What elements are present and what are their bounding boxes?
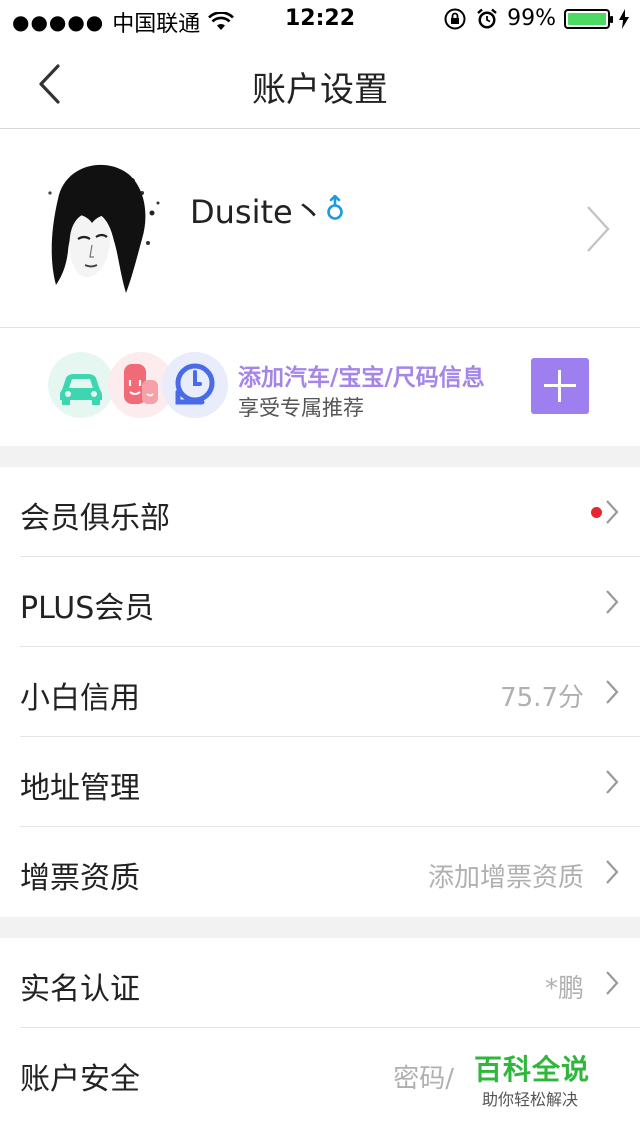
charging-icon bbox=[619, 8, 629, 29]
promo-subtitle: 享受专属推荐 bbox=[238, 396, 364, 420]
chevron-right-icon bbox=[606, 500, 619, 524]
row-vat-invoice[interactable]: 增票资质 添加增票资质 bbox=[0, 827, 640, 917]
battery-percent: 99% bbox=[507, 6, 556, 31]
car-icon bbox=[48, 352, 114, 418]
page-title: 账户设置 bbox=[252, 70, 388, 110]
promo-title: 添加汽车/宝宝/尺码信息 bbox=[238, 365, 485, 391]
chevron-right-icon bbox=[606, 680, 619, 704]
row-plus-member[interactable]: PLUS会员 bbox=[0, 557, 640, 647]
username: Dusite丶 bbox=[190, 193, 325, 231]
rotation-lock-icon bbox=[444, 8, 466, 29]
nav-bar: 账户设置 bbox=[0, 40, 640, 129]
battery-icon bbox=[564, 8, 613, 29]
row-credit[interactable]: 小白信用 75.7分 bbox=[0, 647, 640, 737]
row-label: 增票资质 bbox=[20, 861, 140, 896]
row-label: 小白信用 bbox=[20, 681, 140, 716]
row-value: *鹏 bbox=[544, 974, 584, 1004]
row-label: 会员俱乐部 bbox=[20, 501, 170, 536]
battery-fill bbox=[568, 12, 606, 25]
row-label: 实名认证 bbox=[20, 972, 140, 1007]
row-label: 账户安全 bbox=[20, 1062, 140, 1097]
row-address[interactable]: 地址管理 bbox=[0, 737, 640, 827]
profile-card[interactable]: Dusite丶 bbox=[0, 129, 640, 328]
chevron-right-icon bbox=[606, 860, 619, 884]
row-value: 密码/ bbox=[393, 1064, 454, 1094]
row-value: 75.7分 bbox=[500, 683, 584, 713]
avatar bbox=[30, 153, 166, 303]
watermark-subtitle: 助你轻松解决 bbox=[482, 1090, 579, 1109]
chevron-right-icon bbox=[587, 206, 610, 252]
row-value: 添加增票资质 bbox=[427, 863, 584, 893]
measure-icon bbox=[162, 352, 228, 418]
promo-banner[interactable]: 添加汽车/宝宝/尺码信息 享受专属推荐 bbox=[0, 328, 640, 446]
watermark-title: 百科全说 bbox=[474, 1053, 591, 1086]
male-icon bbox=[327, 195, 343, 220]
row-label: PLUS会员 bbox=[20, 591, 155, 626]
row-label: 地址管理 bbox=[20, 771, 140, 806]
chevron-right-icon bbox=[606, 971, 619, 995]
status-bar: ●●●●● 中国联通 12:22 99% bbox=[0, 0, 640, 40]
alarm-icon bbox=[477, 8, 497, 28]
status-right: 99% bbox=[443, 6, 630, 31]
watermark-logo: 百科全说 助你轻松解决 bbox=[462, 1042, 622, 1112]
row-real-name[interactable]: 实名认证 *鹏 bbox=[0, 938, 640, 1028]
settings-group-1: 会员俱乐部 PLUS会员 小白信用 75.7分 地址管理 增票资质 添加增票资质 bbox=[0, 467, 640, 917]
row-member-club[interactable]: 会员俱乐部 bbox=[0, 467, 640, 557]
red-dot-badge bbox=[591, 507, 602, 518]
chevron-right-icon bbox=[606, 590, 619, 614]
add-info-button[interactable] bbox=[531, 358, 589, 414]
chevron-right-icon bbox=[606, 770, 619, 794]
